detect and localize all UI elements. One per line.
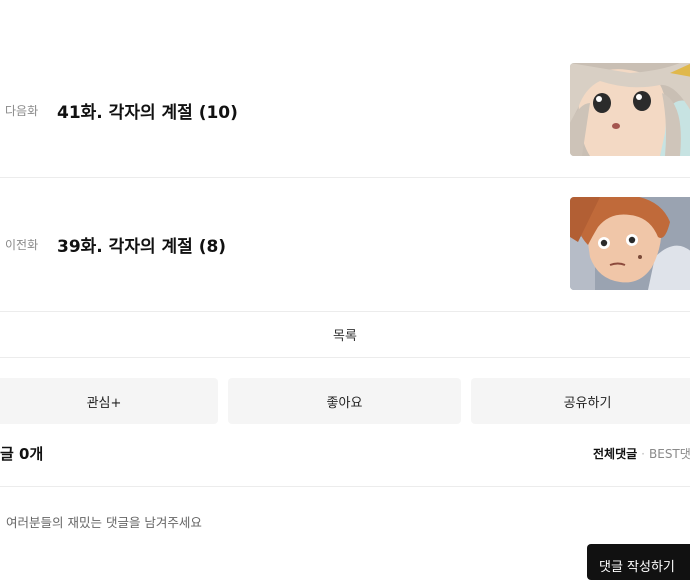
prev-episode-title[interactable]: 39화. 각자의 계절 (8): [57, 232, 226, 257]
next-episode-label: 다음화: [5, 104, 39, 118]
next-episode-title[interactable]: 41화. 각자의 계절 (10): [57, 98, 238, 123]
prev-episode-label: 이전화: [5, 238, 39, 252]
comment-input[interactable]: 여러분들의 재밌는 댓글을 남겨주세요: [6, 512, 202, 531]
tab-best-comments[interactable]: BEST댓: [649, 447, 690, 461]
comment-tabs: 전체댓글 · BEST댓: [593, 445, 690, 462]
share-button[interactable]: 공유하기: [471, 378, 690, 424]
prev-episode-thumbnail[interactable]: [570, 197, 690, 290]
write-comment-button[interactable]: 댓글 작성하기: [587, 544, 690, 580]
tab-all-comments[interactable]: 전체댓글: [593, 447, 637, 461]
interest-button[interactable]: 관심+: [0, 378, 218, 424]
prev-episode-row[interactable]: 이전화 39화. 각자의 계절 (8): [0, 177, 690, 312]
list-button[interactable]: 목록: [0, 312, 690, 358]
like-button[interactable]: 좋아요: [228, 378, 461, 424]
tab-separator: ·: [641, 447, 645, 461]
next-episode-row[interactable]: 다음화 41화. 각자의 계절 (10): [0, 43, 690, 178]
next-episode-thumbnail[interactable]: [570, 63, 690, 156]
comment-divider: [0, 486, 690, 487]
comment-count: 글 0개: [0, 445, 44, 463]
